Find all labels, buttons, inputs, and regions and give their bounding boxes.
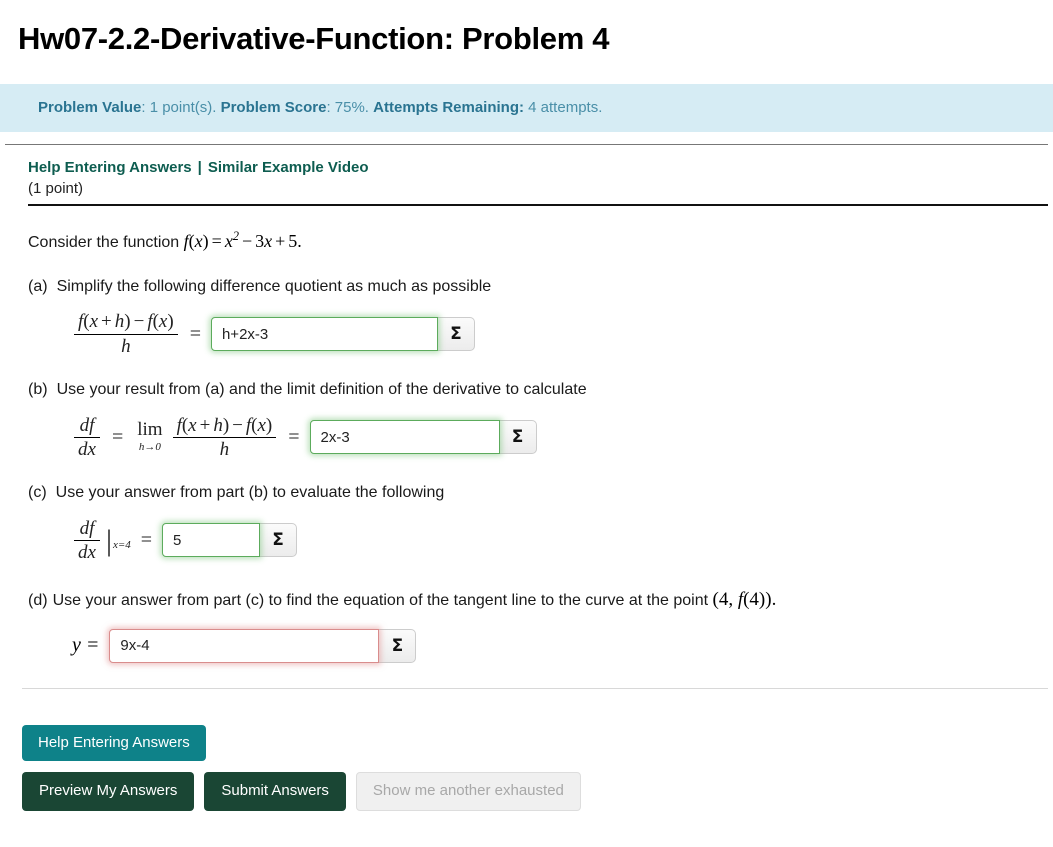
part-b-prompt: (b)Use your result from (a) and the limi… — [28, 379, 1053, 401]
similar-example-video-link[interactable]: Similar Example Video — [208, 159, 369, 176]
part-d-answer-group: Σ — [109, 629, 416, 663]
part-a-answer-group: Σ — [211, 317, 475, 351]
attempts-remaining: 4 attempts. — [524, 99, 602, 116]
part-c-prompt: (c)Use your answer from part (b) to eval… — [28, 482, 1053, 504]
function-statement: Consider the function f(x)=x2−3x+5. — [28, 228, 1053, 254]
evaluation-bar: | x=4 — [106, 528, 131, 554]
eval-subscript: x=4 — [112, 539, 131, 553]
help-button-area: Help Entering Answers — [0, 689, 1053, 762]
part-a-answer-input[interactable] — [211, 317, 438, 351]
part-d-point-math: (4, f(4)). — [713, 589, 777, 610]
part-c-equation-row: df dx | x=4 = Σ — [28, 518, 1053, 564]
equals-sign-b1: = — [102, 426, 133, 449]
dx-denominator-b: dx — [74, 438, 100, 460]
help-entering-answers-link[interactable]: Help Entering Answers — [28, 159, 192, 176]
part-c-label: (c) — [28, 482, 47, 504]
submit-answers-button[interactable]: Submit Answers — [204, 772, 346, 811]
part-d-math-preview-button[interactable]: Σ — [378, 629, 416, 663]
help-links-row: Help Entering Answers|Similar Example Vi… — [0, 145, 1053, 176]
df-numerator-b: df — [74, 415, 100, 438]
difference-quotient-numerator: f(x+h)−f(x) — [74, 311, 178, 334]
part-a-label: (a) — [28, 276, 48, 298]
part-a-prompt: (a)Simplify the following difference quo… — [28, 276, 1053, 298]
link-separator: | — [192, 159, 208, 176]
divider-problem — [28, 204, 1048, 206]
preview-my-answers-button[interactable]: Preview My Answers — [22, 772, 194, 811]
limit-label: lim — [137, 420, 162, 439]
problem-score-label: Problem Score — [221, 99, 327, 116]
part-c-answer-group: Σ — [162, 523, 297, 557]
equals-sign-b2: = — [278, 426, 309, 449]
equals-sign-c: = — [131, 529, 162, 552]
difference-quotient-numerator-b: f(x+h)−f(x) — [173, 415, 277, 438]
problem-score: : 75%. — [326, 99, 373, 116]
part-b-math-preview-button[interactable]: Σ — [499, 420, 537, 454]
action-buttons-row: Preview My Answers Submit Answers Show m… — [0, 761, 1053, 811]
part-b-answer-group: Σ — [310, 420, 537, 454]
part-d-answer-input[interactable] — [109, 629, 379, 663]
page-title: Hw07-2.2-Derivative-Function: Problem 4 — [0, 0, 1053, 57]
equals-sign-a: = — [180, 323, 211, 346]
limit-operator: lim h→0 — [137, 420, 162, 454]
part-b-answer-input[interactable] — [310, 420, 500, 454]
df-numerator-c: df — [74, 518, 100, 541]
difference-quotient-fraction-b: f(x+h)−f(x) h — [173, 415, 277, 461]
part-a-equation-row: f(x+h)−f(x) h = Σ — [28, 311, 1053, 357]
df-dx-fraction-b: df dx — [74, 415, 100, 461]
part-d-equation-row: y = Σ — [28, 629, 1053, 663]
part-c-math-preview-button[interactable]: Σ — [259, 523, 297, 557]
part-d-label: (d) — [28, 590, 48, 612]
function-definition-math: f(x)=x2−3x+5. — [184, 231, 302, 251]
problem-value: : 1 point(s). — [141, 99, 220, 116]
part-c-answer-input[interactable] — [162, 523, 260, 557]
dx-denominator-c: dx — [74, 541, 100, 563]
point-value-text: (1 point) — [0, 176, 1053, 197]
difference-quotient-fraction: f(x+h)−f(x) h — [74, 311, 178, 357]
df-dx-fraction-c: df dx — [74, 518, 100, 564]
status-banner: Problem Value: 1 point(s). Problem Score… — [0, 84, 1053, 132]
part-d-prompt: (d)Use your answer from part (c) to find… — [28, 587, 1053, 613]
part-a-math-preview-button[interactable]: Σ — [437, 317, 475, 351]
part-c-text: Use your answer from part (b) to evaluat… — [47, 484, 445, 501]
show-me-another-button: Show me another exhausted — [356, 772, 581, 811]
y-equals-label: y = — [72, 634, 99, 657]
part-b-equation-row: df dx = lim h→0 f(x+h)−f(x) h = Σ — [28, 415, 1053, 461]
help-entering-answers-button[interactable]: Help Entering Answers — [22, 725, 206, 762]
attempts-remaining-label: Attempts Remaining: — [373, 99, 524, 116]
problem-page: Hw07-2.2-Derivative-Function: Problem 4 … — [0, 0, 1053, 847]
difference-quotient-denominator: h — [74, 335, 178, 357]
function-statement-text: Consider the function — [28, 234, 179, 251]
part-b-label: (b) — [28, 379, 48, 401]
problem-value-label: Problem Value — [38, 99, 141, 116]
part-b-text: Use your result from (a) and the limit d… — [48, 381, 587, 398]
part-a-text: Simplify the following difference quotie… — [48, 278, 492, 295]
limit-subscript: h→0 — [139, 440, 161, 454]
problem-content: Consider the function f(x)=x2−3x+5. (a)S… — [0, 228, 1053, 663]
part-d-text: Use your answer from part (c) to find th… — [48, 592, 708, 609]
difference-quotient-denominator-b: h — [173, 438, 277, 460]
